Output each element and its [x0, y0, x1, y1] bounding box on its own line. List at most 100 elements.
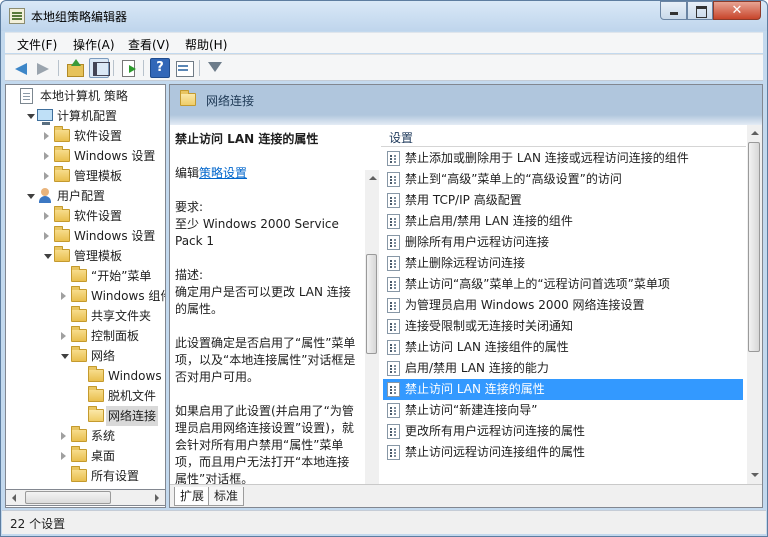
folder-icon: [71, 306, 87, 322]
tree-node[interactable]: 本地计算机 策略: [6, 86, 165, 106]
menu-file[interactable]: 文件(F): [17, 36, 57, 53]
tree-node[interactable]: 系统: [6, 426, 165, 446]
scroll-thumb[interactable]: [748, 142, 760, 352]
tree-node[interactable]: 共享文件夹: [6, 306, 165, 326]
setting-row[interactable]: 禁止删除远程访问连接: [383, 253, 743, 274]
expand-arrow-icon[interactable]: [44, 152, 49, 160]
description-scrollbar[interactable]: [365, 170, 379, 484]
tree-node[interactable]: 桌面: [6, 446, 165, 466]
tree-node[interactable]: Windows: [6, 366, 165, 386]
expand-arrow-icon[interactable]: [44, 172, 49, 180]
up-folder-icon[interactable]: [65, 58, 85, 78]
tree-node[interactable]: 软件设置: [6, 126, 165, 146]
setting-row[interactable]: 禁止访问远程访问连接组件的属性: [383, 442, 743, 463]
setting-row[interactable]: 禁止访问“高级”菜单上的“远程访问首选项”菜单项: [383, 274, 743, 295]
policy-tree: 本地计算机 策略 计算机配置 软件设置 Windows 设置 管理模板 用户配置 软件设置 W…: [5, 84, 166, 508]
tree-node[interactable]: 网络连接: [6, 406, 165, 426]
tree-node[interactable]: 脱机文件: [6, 386, 165, 406]
folder-icon: [71, 446, 87, 462]
expand-arrow-icon[interactable]: [61, 332, 66, 340]
title-bar[interactable]: 本地组策略编辑器 ✕: [1, 1, 767, 31]
collapse-arrow-icon[interactable]: [27, 114, 35, 119]
policy-setting-icon: [387, 256, 400, 271]
maximize-button[interactable]: [687, 1, 713, 20]
setting-row[interactable]: 禁止启用/禁用 LAN 连接的组件: [383, 211, 743, 232]
setting-row[interactable]: 禁止访问“新建连接向导”: [383, 400, 743, 421]
scroll-thumb[interactable]: [25, 491, 111, 504]
help-icon[interactable]: ?: [150, 58, 170, 78]
setting-row[interactable]: 更改所有用户远程访问连接的属性: [383, 421, 743, 442]
close-button[interactable]: ✕: [713, 1, 761, 20]
tree-node[interactable]: 控制面板: [6, 326, 165, 346]
menu-view[interactable]: 查看(V): [128, 36, 170, 53]
setting-row[interactable]: 禁止添加或删除用于 LAN 连接或远程访问连接的组件: [383, 148, 743, 169]
tree-node[interactable]: 所有设置: [6, 466, 165, 486]
menu-bar: 文件(F) 操作(A) 查看(V) 帮助(H): [5, 32, 763, 53]
setting-row[interactable]: 启用/禁用 LAN 连接的能力: [383, 358, 743, 379]
tree-node-label: 桌面: [91, 449, 116, 463]
scroll-up-icon[interactable]: [365, 170, 379, 185]
show-hide-tree-icon[interactable]: [89, 58, 110, 78]
minimize-button[interactable]: [660, 1, 687, 20]
tab-standard[interactable]: 标准: [208, 487, 245, 506]
tree-node[interactable]: Windows 设置: [6, 146, 165, 166]
expand-arrow-icon[interactable]: [44, 232, 49, 240]
menu-help[interactable]: 帮助(H): [185, 36, 227, 53]
menu-action[interactable]: 操作(A): [73, 36, 115, 53]
collapse-arrow-icon[interactable]: [44, 254, 52, 259]
tree-node-label: 软件设置: [74, 129, 123, 143]
filter-icon[interactable]: [205, 58, 225, 78]
collapse-arrow-icon[interactable]: [27, 194, 35, 199]
expand-arrow-icon[interactable]: [44, 132, 49, 140]
description-pane: 禁止访问 LAN 连接的属性 编辑策略设置 要求: 至少 Windows 2000…: [170, 125, 380, 484]
setting-row[interactable]: 禁用 TCP/IP 高级配置: [383, 190, 743, 211]
forward-arrow-icon: [37, 63, 49, 75]
column-header-setting[interactable]: 设置: [381, 125, 746, 147]
setting-row[interactable]: 删除所有用户远程访问连接: [383, 232, 743, 253]
expand-arrow-icon[interactable]: [44, 212, 49, 220]
toolbar-separator: [199, 60, 200, 76]
description-label: 描述:: [175, 268, 204, 282]
scroll-down-icon[interactable]: [747, 468, 762, 483]
back-button[interactable]: [11, 58, 31, 78]
expand-arrow-icon[interactable]: [61, 292, 66, 300]
setting-row[interactable]: 禁止访问 LAN 连接的属性: [383, 379, 743, 400]
setting-row[interactable]: 禁止访问 LAN 连接组件的属性: [383, 337, 743, 358]
export-list-icon[interactable]: [119, 58, 139, 78]
properties-icon[interactable]: [174, 58, 194, 78]
scroll-up-icon[interactable]: [747, 125, 762, 140]
collapse-arrow-icon[interactable]: [61, 354, 69, 359]
edit-label: 编辑: [175, 166, 200, 180]
scroll-thumb[interactable]: [366, 254, 377, 354]
scroll-left-icon[interactable]: [6, 490, 23, 505]
settings-list: 设置 禁止添加或删除用于 LAN 连接或远程访问连接的组件 禁止到“高级”菜单上的…: [381, 125, 762, 484]
folder-icon: [54, 206, 70, 222]
tree-node[interactable]: 管理模板: [6, 166, 165, 186]
tree-horizontal-scrollbar[interactable]: [5, 489, 166, 506]
edit-policy-link[interactable]: 策略设置: [199, 166, 247, 180]
tree-node[interactable]: “开始”菜单: [6, 266, 165, 286]
setting-row-label: 更改所有用户远程访问连接的属性: [405, 424, 586, 438]
setting-row[interactable]: 为管理员启用 Windows 2000 网络连接设置: [383, 295, 743, 316]
expand-arrow-icon[interactable]: [61, 432, 66, 440]
tree-node[interactable]: 计算机配置: [6, 106, 165, 126]
expand-arrow-icon[interactable]: [61, 452, 66, 460]
forward-button[interactable]: [33, 58, 53, 78]
tab-extended[interactable]: 扩展: [174, 487, 211, 506]
setting-row[interactable]: 连接受限制或无连接时关闭通知: [383, 316, 743, 337]
requirement-label: 要求:: [175, 200, 204, 214]
view-tabs: 扩展 标准: [170, 484, 762, 507]
description-text: 确定用户是否可以更改 LAN 连接的属性。: [175, 285, 351, 316]
tree-node[interactable]: 用户配置: [6, 186, 165, 206]
list-scrollbar[interactable]: [747, 125, 762, 484]
tree-node[interactable]: Windows 组件: [6, 286, 165, 306]
tree-node-label: 系统: [91, 429, 116, 443]
tree-node[interactable]: 软件设置: [6, 206, 165, 226]
tree-node-label: 计算机配置: [57, 109, 118, 123]
tree-node[interactable]: Windows 设置: [6, 226, 165, 246]
setting-row[interactable]: 禁止到“高级”菜单上的“高级设置”的访问: [383, 169, 743, 190]
scroll-right-icon[interactable]: [148, 490, 165, 505]
tree-node[interactable]: 管理模板: [6, 246, 165, 266]
tree-node[interactable]: 网络: [6, 346, 165, 366]
toolbar: ?: [5, 54, 763, 81]
